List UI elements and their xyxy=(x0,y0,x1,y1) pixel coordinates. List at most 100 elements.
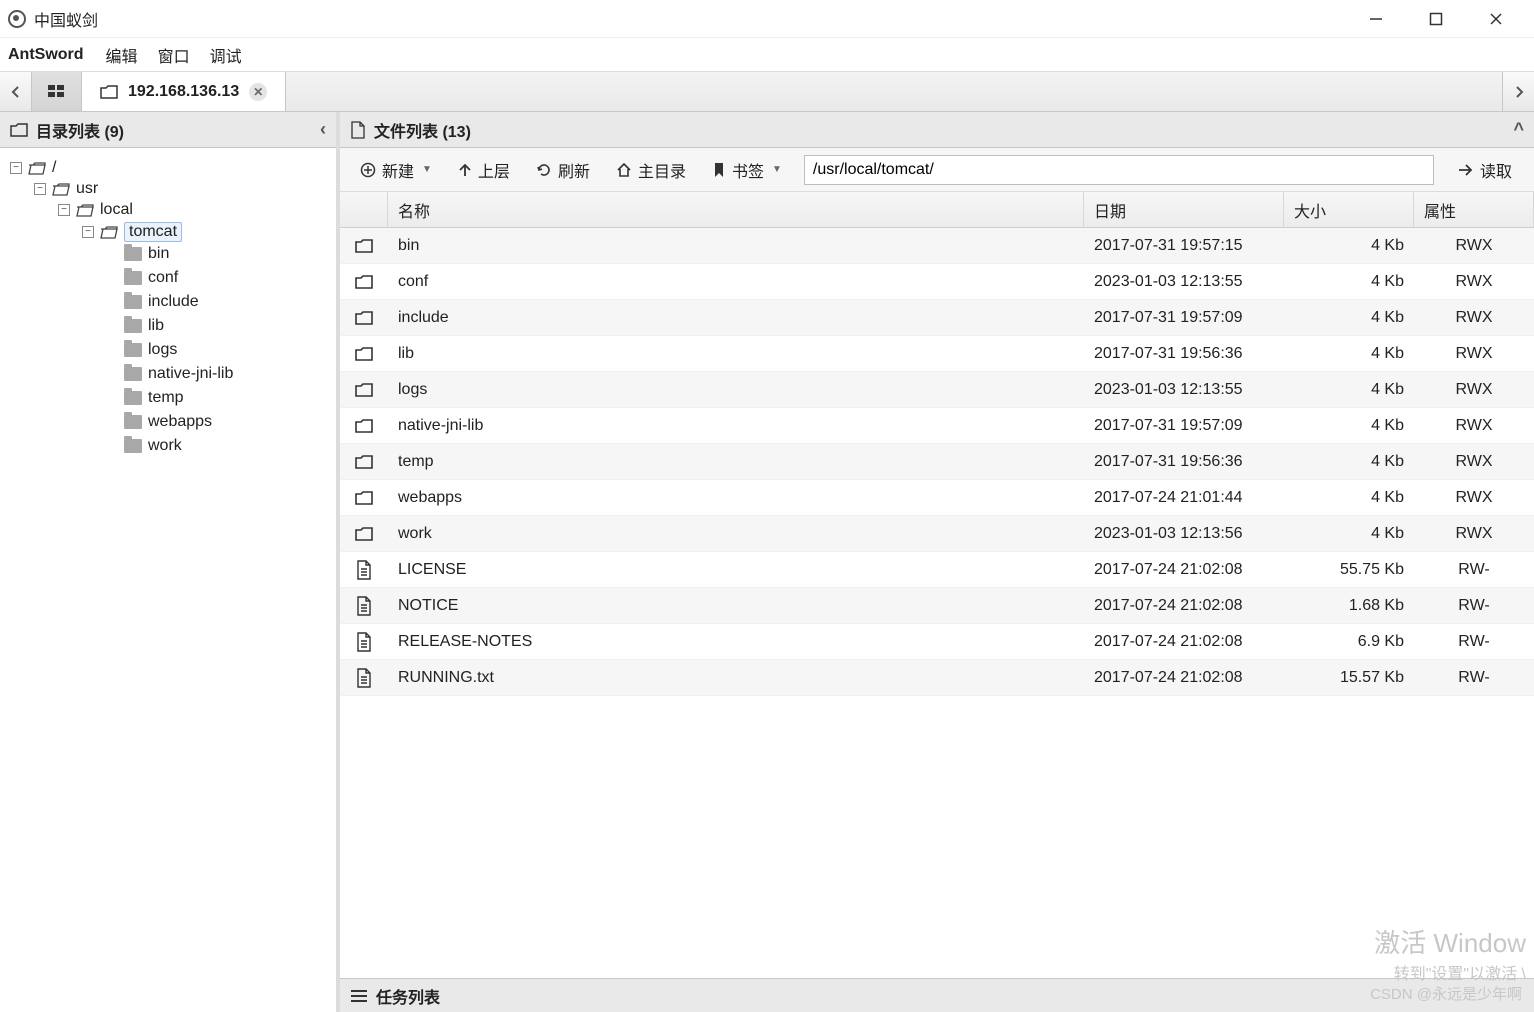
read-button[interactable]: 读取 xyxy=(1444,154,1526,186)
folder-icon xyxy=(340,238,388,254)
collapse-left-icon[interactable]: ‹ xyxy=(320,119,326,140)
tree-toggle[interactable]: − xyxy=(82,226,94,238)
cell-name: bin xyxy=(388,237,1084,255)
tree-leaf-label[interactable]: webapps xyxy=(148,413,212,431)
tree-root-label[interactable]: / xyxy=(52,159,56,177)
tabs-scroll-right[interactable] xyxy=(1502,72,1534,111)
table-row[interactable]: bin2017-07-31 19:57:154 KbRWX xyxy=(340,228,1534,264)
tab-label: 192.168.136.13 xyxy=(128,83,239,101)
table-row[interactable]: NOTICE2017-07-24 21:02:081.68 KbRW- xyxy=(340,588,1534,624)
tree-leaf-label[interactable]: include xyxy=(148,293,199,311)
cell-size: 4 Kb xyxy=(1284,273,1414,291)
cell-date: 2017-07-24 21:02:08 xyxy=(1084,669,1284,687)
cell-size: 4 Kb xyxy=(1284,309,1414,327)
tree-leaf-label[interactable]: native-jni-lib xyxy=(148,365,233,383)
col-name[interactable]: 名称 xyxy=(388,192,1084,227)
tabs-home-button[interactable] xyxy=(32,72,82,111)
home-icon xyxy=(616,162,632,178)
plus-circle-icon xyxy=(360,162,376,178)
cell-size: 1.68 Kb xyxy=(1284,597,1414,615)
maximize-button[interactable] xyxy=(1406,0,1466,38)
cell-name: include xyxy=(388,309,1084,327)
table-row[interactable]: RELEASE-NOTES2017-07-24 21:02:086.9 KbRW… xyxy=(340,624,1534,660)
table-row[interactable]: work2023-01-03 12:13:564 KbRWX xyxy=(340,516,1534,552)
brand-label[interactable]: AntSword xyxy=(8,46,84,64)
tab-close-icon[interactable]: ✕ xyxy=(249,83,267,101)
tab-active[interactable]: 192.168.136.13 ✕ xyxy=(82,72,286,111)
read-label: 读取 xyxy=(1480,158,1512,182)
cell-name: RELEASE-NOTES xyxy=(388,633,1084,651)
table-row[interactable]: RUNNING.txt2017-07-24 21:02:0815.57 KbRW… xyxy=(340,660,1534,696)
table-row[interactable]: temp2017-07-31 19:56:364 KbRWX xyxy=(340,444,1534,480)
cell-date: 2017-07-24 21:02:08 xyxy=(1084,597,1284,615)
tree-toggle[interactable]: − xyxy=(58,204,70,216)
path-input[interactable] xyxy=(804,155,1434,185)
cell-name: native-jni-lib xyxy=(388,417,1084,435)
grid-icon xyxy=(48,85,66,99)
cell-size: 6.9 Kb xyxy=(1284,633,1414,651)
cell-date: 2023-01-03 12:13:56 xyxy=(1084,525,1284,543)
minimize-button[interactable] xyxy=(1346,0,1406,38)
bookmark-label: 书签 xyxy=(732,158,764,182)
menu-window[interactable]: 窗口 xyxy=(152,41,196,69)
tree-leaf-label[interactable]: temp xyxy=(148,389,184,407)
close-button[interactable] xyxy=(1466,0,1526,38)
table-row[interactable]: include2017-07-31 19:57:094 KbRWX xyxy=(340,300,1534,336)
tree-usr-label[interactable]: usr xyxy=(76,180,98,198)
cell-name: webapps xyxy=(388,489,1084,507)
cell-date: 2017-07-31 19:56:36 xyxy=(1084,345,1284,363)
refresh-button[interactable]: 刷新 xyxy=(524,154,602,186)
table-row[interactable]: lib2017-07-31 19:56:364 KbRWX xyxy=(340,336,1534,372)
directory-panel-header: 目录列表 (9) ‹ xyxy=(0,112,336,148)
folder-icon xyxy=(340,526,388,542)
tree-leaf-label[interactable]: work xyxy=(148,437,182,455)
tabs-scroll-left[interactable] xyxy=(0,72,32,111)
table-row[interactable]: webapps2017-07-24 21:01:444 KbRWX xyxy=(340,480,1534,516)
caret-down-icon: ▼ xyxy=(422,164,432,175)
folder-icon xyxy=(124,367,142,381)
col-date[interactable]: 日期 xyxy=(1084,192,1284,227)
directory-panel: 目录列表 (9) ‹ − / − usr − local xyxy=(0,112,340,1012)
tree-local-label[interactable]: local xyxy=(100,201,133,219)
home-button[interactable]: 主目录 xyxy=(604,154,698,186)
file-icon xyxy=(340,668,388,688)
table-row[interactable]: LICENSE2017-07-24 21:02:0855.75 KbRW- xyxy=(340,552,1534,588)
cell-name: lib xyxy=(388,345,1084,363)
cell-attr: RWX xyxy=(1414,417,1534,435)
file-toolbar: 新建▼ 上层 刷新 主目录 书签 ▼ 读取 xyxy=(340,148,1534,192)
directory-tree[interactable]: − / − usr − local − xyxy=(0,148,336,1012)
cell-attr: RW- xyxy=(1414,561,1534,579)
caret-down-icon: ▼ xyxy=(772,164,782,175)
menu-debug[interactable]: 调试 xyxy=(204,41,248,69)
tree-leaf-label[interactable]: lib xyxy=(148,317,164,335)
cell-attr: RW- xyxy=(1414,633,1534,651)
tree-leaf-label[interactable]: conf xyxy=(148,269,178,287)
cell-name: RUNNING.txt xyxy=(388,669,1084,687)
cell-size: 4 Kb xyxy=(1284,345,1414,363)
folder-icon xyxy=(124,391,142,405)
new-button[interactable]: 新建▼ xyxy=(348,154,444,186)
tree-leaf-label[interactable]: logs xyxy=(148,341,177,359)
table-row[interactable]: logs2023-01-03 12:13:554 KbRWX xyxy=(340,372,1534,408)
tree-tomcat-label[interactable]: tomcat xyxy=(124,222,182,242)
bookmark-button[interactable]: 书签 ▼ xyxy=(700,154,794,186)
col-icon[interactable] xyxy=(340,192,388,227)
table-row[interactable]: conf2023-01-03 12:13:554 KbRWX xyxy=(340,264,1534,300)
table-row[interactable]: native-jni-lib2017-07-31 19:57:094 KbRWX xyxy=(340,408,1534,444)
col-size[interactable]: 大小 xyxy=(1284,192,1414,227)
app-icon xyxy=(8,10,26,28)
cell-date: 2017-07-31 19:57:09 xyxy=(1084,309,1284,327)
cell-size: 4 Kb xyxy=(1284,381,1414,399)
up-button[interactable]: 上层 xyxy=(446,154,522,186)
tree-leaf-label[interactable]: bin xyxy=(148,245,169,263)
folder-icon xyxy=(124,415,142,429)
folder-icon xyxy=(124,319,142,333)
cell-date: 2023-01-03 12:13:55 xyxy=(1084,381,1284,399)
task-bar[interactable]: 任务列表 xyxy=(340,978,1534,1012)
tree-toggle[interactable]: − xyxy=(34,183,46,195)
col-attr[interactable]: 属性 xyxy=(1414,192,1534,227)
tree-toggle[interactable]: − xyxy=(10,162,22,174)
cell-date: 2017-07-24 21:01:44 xyxy=(1084,489,1284,507)
menu-edit[interactable]: 编辑 xyxy=(100,41,144,69)
collapse-up-icon[interactable]: ^ xyxy=(1513,119,1524,140)
